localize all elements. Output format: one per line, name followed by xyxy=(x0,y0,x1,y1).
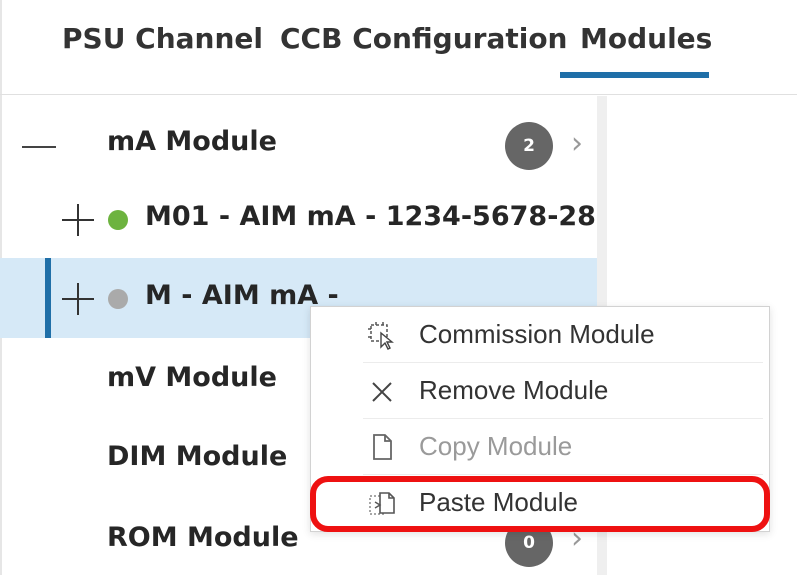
chevron-right-icon[interactable]: › xyxy=(571,126,583,161)
close-icon xyxy=(367,376,397,406)
commission-icon xyxy=(367,320,397,350)
active-tab-indicator xyxy=(560,72,709,78)
collapse-icon[interactable] xyxy=(22,146,56,148)
menu-item-paste-module[interactable]: Paste Module xyxy=(311,475,769,531)
tab-psu-channel[interactable]: PSU Channel xyxy=(62,22,263,55)
modules-window: PSU Channel CCB Configuration Modules mA… xyxy=(0,0,797,575)
menu-item-remove-module[interactable]: Remove Module xyxy=(311,363,769,419)
group-label: mV Module xyxy=(107,362,277,393)
menu-item-label: Commission Module xyxy=(419,319,655,349)
menu-item-copy-module[interactable]: Copy Module xyxy=(311,419,769,475)
menu-item-commission-module[interactable]: Commission Module xyxy=(311,307,769,363)
module-label: M01 - AIM mA - 1234-5678-2801 xyxy=(145,201,634,232)
tab-bar: PSU Channel CCB Configuration Modules xyxy=(0,0,797,95)
status-dot-icon xyxy=(108,289,128,309)
status-dot-icon xyxy=(108,210,128,230)
count-badge: 2 xyxy=(505,122,553,170)
expand-icon[interactable] xyxy=(62,204,94,236)
group-label: mA Module xyxy=(107,126,277,157)
selection-indicator xyxy=(45,258,51,338)
document-icon xyxy=(367,432,397,462)
context-menu: Commission Module Remove Module Copy Mod… xyxy=(310,306,770,532)
menu-item-label: Remove Module xyxy=(419,375,609,405)
menu-item-label: Paste Module xyxy=(419,487,578,517)
group-label: DIM Module xyxy=(107,441,288,472)
tree-item-module[interactable]: M01 - AIM mA - 1234-5678-2801 xyxy=(0,180,634,260)
tab-modules[interactable]: Modules xyxy=(580,22,712,55)
tree-group-ma-module[interactable]: mA Module 2 › xyxy=(0,102,597,182)
tab-ccb-configuration[interactable]: CCB Configuration xyxy=(280,22,568,55)
expand-icon[interactable] xyxy=(62,283,94,315)
paste-icon xyxy=(367,488,397,518)
menu-item-label: Copy Module xyxy=(419,431,573,461)
group-label: ROM Module xyxy=(107,522,299,553)
